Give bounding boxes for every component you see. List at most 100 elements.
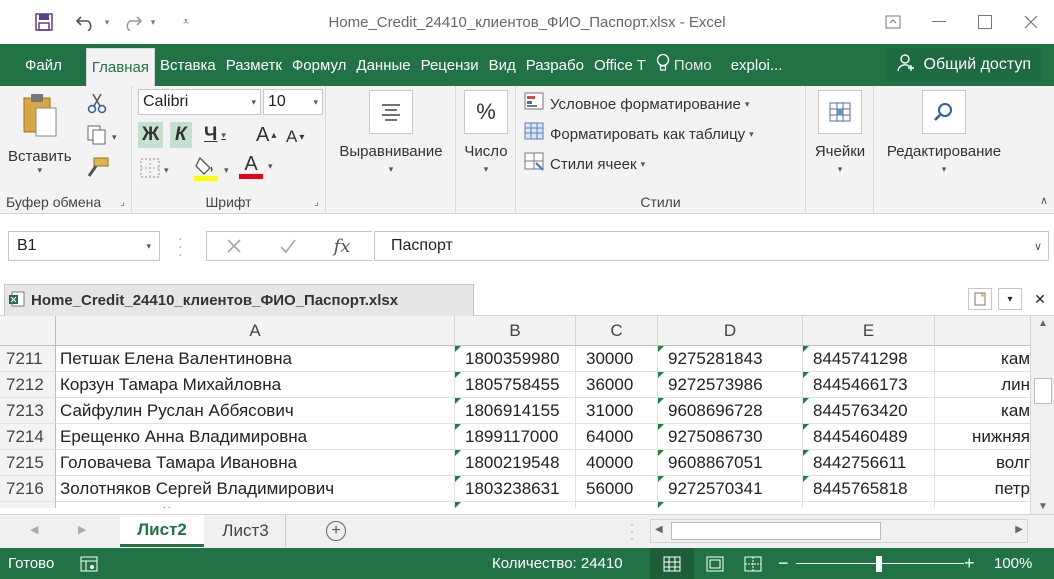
format-as-table-dropdown-icon[interactable]: ▾: [749, 129, 754, 140]
page-break-view-icon[interactable]: [744, 548, 762, 579]
cell-a[interactable]: Корзун Тамара Михайловна: [56, 372, 455, 398]
save-icon[interactable]: [30, 8, 58, 36]
add-sheet-icon[interactable]: +: [326, 521, 346, 541]
cell-b[interactable]: 1800219548: [455, 450, 576, 476]
editing-dropdown-icon[interactable]: ▾: [942, 164, 947, 175]
borders-dropdown-icon[interactable]: ▾: [164, 165, 169, 176]
tab-splitter-grip-icon[interactable]: · · ·: [630, 518, 634, 544]
format-painter-button[interactable]: [86, 156, 110, 182]
minimize-icon[interactable]: [916, 0, 962, 44]
column-header-b[interactable]: B: [455, 316, 576, 346]
number-format-button[interactable]: % Число ▾: [460, 90, 512, 175]
row-header[interactable]: 7215: [0, 450, 56, 476]
zoom-level[interactable]: 100%: [994, 548, 1032, 579]
tab-office-tab[interactable]: Office T: [589, 44, 651, 86]
undo-dropdown-icon[interactable]: ▾: [100, 8, 114, 36]
normal-view-icon[interactable]: [650, 548, 694, 579]
page-layout-view-icon[interactable]: [706, 548, 724, 579]
cell-a[interactable]: Соколова Дайса Ваниевна: [56, 502, 455, 508]
underline-button[interactable]: Ч ▾: [204, 122, 226, 148]
fill-color-button[interactable]: ▾: [194, 154, 229, 186]
tab-home[interactable]: Главная: [85, 48, 155, 86]
select-all-corner[interactable]: [0, 316, 56, 346]
zoom-in-icon[interactable]: +: [964, 548, 975, 579]
cell-e[interactable]: 8445460489: [803, 424, 935, 450]
horizontal-scroll-thumb[interactable]: [671, 522, 881, 540]
cell-e[interactable]: 8442756611: [803, 450, 935, 476]
conditional-formatting-dropdown-icon[interactable]: ▾: [745, 99, 750, 110]
cell-styles-button[interactable]: Стили ячеек ▾: [524, 152, 645, 176]
cell-f[interactable]: петр: [935, 476, 1030, 502]
tab-view[interactable]: Вид: [484, 44, 521, 86]
customize-qat-icon[interactable]: ⩡: [172, 8, 200, 36]
font-dialog-launcher-icon[interactable]: ⌟: [314, 197, 319, 208]
cell-e[interactable]: 8445741298: [803, 346, 935, 372]
underline-dropdown-icon[interactable]: ▾: [221, 130, 226, 141]
column-header-e[interactable]: E: [803, 316, 935, 346]
row-header[interactable]: 7212: [0, 372, 56, 398]
font-size-dropdown-icon[interactable]: ▾: [313, 97, 318, 108]
close-icon[interactable]: [1008, 0, 1054, 44]
font-name-combo[interactable]: Calibri ▾: [138, 89, 261, 115]
tab-file[interactable]: Файл: [0, 44, 86, 86]
row-header[interactable]: 7213: [0, 398, 56, 424]
horizontal-scrollbar[interactable]: ◀ ▶: [650, 519, 1028, 543]
sheet-tab-list2[interactable]: Лист2: [120, 515, 204, 547]
cell-b[interactable]: 1802092655: [455, 502, 576, 508]
sheet-scroll-right-icon[interactable]: ▶: [78, 523, 86, 536]
format-as-table-button[interactable]: Форматировать как таблицу ▾: [524, 122, 754, 146]
redo-icon[interactable]: [118, 8, 146, 36]
cell-f[interactable]: кам: [935, 346, 1030, 372]
font-color-dropdown-icon[interactable]: ▾: [268, 161, 273, 172]
row-header[interactable]: 7216: [0, 476, 56, 502]
cell-f[interactable]: петр: [935, 502, 1030, 508]
cell-b[interactable]: 1803238631: [455, 476, 576, 502]
cell-c[interactable]: 30000: [576, 346, 658, 372]
cell-d[interactable]: 9608696728: [658, 398, 803, 424]
tab-developer[interactable]: Разрабо: [521, 44, 589, 86]
cell-e[interactable]: 8445466173: [803, 372, 935, 398]
paste-button[interactable]: Вставить ▾: [8, 92, 72, 176]
cell-b[interactable]: 1806914155: [455, 398, 576, 424]
insert-function-button[interactable]: fx: [328, 234, 356, 258]
new-document-icon[interactable]: [968, 288, 992, 310]
cell-c[interactable]: 64000: [576, 424, 658, 450]
borders-button[interactable]: ▾: [140, 158, 169, 182]
alignment-button[interactable]: Выравнивание ▾: [332, 90, 450, 175]
scroll-down-icon[interactable]: ▼: [1031, 501, 1054, 512]
ribbon-display-options-icon[interactable]: [870, 0, 916, 44]
copy-dropdown-icon[interactable]: ▾: [112, 132, 117, 143]
alignment-dropdown-icon[interactable]: ▾: [389, 164, 394, 175]
number-dropdown-icon[interactable]: ▾: [484, 164, 489, 175]
document-tab[interactable]: Home_Credit_24410_клиентов_ФИО_Паспорт.x…: [4, 284, 474, 316]
cell-b[interactable]: 1805758455: [455, 372, 576, 398]
font-color-button[interactable]: A ▾: [238, 154, 273, 179]
cell-f[interactable]: волг: [935, 450, 1030, 476]
name-box-dropdown-icon[interactable]: ▾: [146, 241, 151, 252]
collapse-ribbon-icon[interactable]: ∧: [1040, 194, 1048, 207]
macro-recording-icon[interactable]: [80, 548, 98, 579]
cell-d[interactable]: 9272573986: [658, 372, 803, 398]
formula-input[interactable]: Паспорт ∨: [374, 231, 1049, 261]
bold-button[interactable]: Ж: [138, 122, 164, 148]
font-size-combo[interactable]: 10 ▾: [263, 89, 323, 115]
cell-a[interactable]: Петшак Елена Валентиновна: [56, 346, 455, 372]
conditional-formatting-button[interactable]: Условное форматирование ▾: [524, 92, 749, 116]
font-name-dropdown-icon[interactable]: ▾: [251, 97, 256, 108]
column-header-f[interactable]: [935, 316, 1030, 346]
expand-formula-bar-icon[interactable]: ∨: [1034, 240, 1042, 253]
cell-e[interactable]: [803, 502, 935, 508]
clipboard-dialog-launcher-icon[interactable]: ⌟: [120, 197, 125, 208]
cell-e[interactable]: 8445763420: [803, 398, 935, 424]
row-header[interactable]: 7217: [0, 502, 56, 508]
cell-e[interactable]: 8445765818: [803, 476, 935, 502]
cell-c[interactable]: 36000: [576, 372, 658, 398]
grow-font-button[interactable]: A ▴: [256, 122, 276, 148]
zoom-out-icon[interactable]: −: [778, 548, 789, 579]
scroll-right-icon[interactable]: ▶: [1015, 524, 1023, 535]
column-header-d[interactable]: D: [658, 316, 803, 346]
tab-page-layout[interactable]: Разметк: [221, 44, 287, 86]
name-box[interactable]: B1 ▾: [8, 231, 160, 261]
cell-c[interactable]: 64000: [576, 502, 658, 508]
cell-b[interactable]: 1899117000: [455, 424, 576, 450]
